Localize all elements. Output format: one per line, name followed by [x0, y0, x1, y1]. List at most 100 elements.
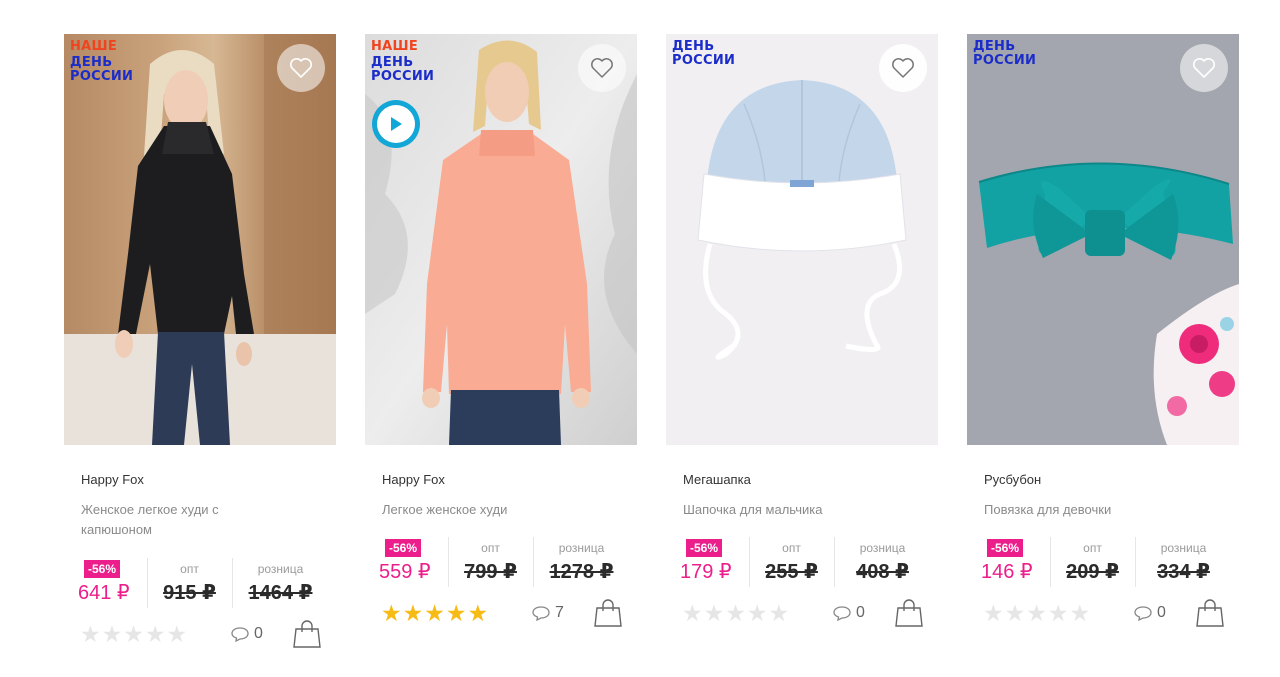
- cart-icon[interactable]: [293, 619, 321, 649]
- rating-stars[interactable]: ★ ★ ★ ★ ★: [80, 622, 187, 646]
- cart-icon[interactable]: [594, 598, 622, 628]
- star-icon: ★: [101, 621, 123, 647]
- product-title[interactable]: Повязка для девочки: [984, 500, 1184, 520]
- star-icon: ★: [703, 600, 725, 626]
- product-card[interactable]: НАШЕ ДЕНЬ РОССИИ Happy Fox Женское легко…: [64, 34, 336, 648]
- promo-line-2b: РОССИИ: [371, 69, 435, 84]
- product-image[interactable]: ДЕНЬ РОССИИ: [967, 34, 1239, 445]
- favorite-button[interactable]: [879, 44, 927, 92]
- comment-icon: [1134, 606, 1152, 621]
- star-icon: ★: [1026, 600, 1047, 626]
- promo-label: НАШЕ ДЕНЬ РОССИИ: [70, 40, 133, 84]
- sale-price: 146 ₽: [981, 561, 1033, 583]
- star-icon: ★: [467, 600, 489, 626]
- price-block: -56% 179 ₽ опт 255 ₽ розница 408 ₽: [678, 537, 928, 587]
- favorite-button[interactable]: [578, 44, 626, 92]
- star-icon: ★: [424, 600, 445, 626]
- rating-stars[interactable]: ★ ★ ★ ★ ★: [682, 601, 789, 625]
- cart-icon[interactable]: [1196, 598, 1224, 628]
- opt-label: опт: [180, 562, 199, 576]
- promo-line-2b: РОССИИ: [70, 69, 134, 84]
- star-icon: ★: [768, 600, 790, 626]
- star-icon: ★: [1069, 600, 1091, 626]
- heart-icon: [1193, 58, 1215, 78]
- promo-label: ДЕНЬ РОССИИ: [672, 40, 735, 68]
- star-icon: ★: [166, 621, 188, 647]
- heart-icon: [892, 58, 914, 78]
- opt-price: 209 ₽: [1066, 561, 1119, 583]
- retail-label: розница: [859, 541, 906, 555]
- product-image[interactable]: НАШЕ ДЕНЬ РОССИИ: [64, 34, 336, 445]
- star-icon: ★: [80, 621, 101, 647]
- comments-link[interactable]: 0: [1133, 604, 1166, 622]
- star-icon: ★: [144, 621, 166, 647]
- star-icon: ★: [725, 600, 746, 626]
- product-card[interactable]: ДЕНЬ РОССИИ Русбубон Повязка для девочки…: [967, 34, 1239, 627]
- opt-price: 255 ₽: [765, 561, 818, 583]
- comment-count: 0: [856, 604, 865, 621]
- comment-count: 0: [1157, 604, 1166, 621]
- comment-icon: [532, 606, 550, 621]
- favorite-button[interactable]: [277, 44, 325, 92]
- discount-badge: -56%: [84, 560, 121, 578]
- promo-label: НАШЕ ДЕНЬ РОССИИ: [371, 40, 434, 84]
- promo-line-1: НАШЕ: [70, 39, 118, 54]
- product-card[interactable]: ДЕНЬ РОССИИ Мегашапка Шапочка для мальчи…: [666, 34, 938, 627]
- retail-price: 408 ₽: [856, 561, 909, 583]
- play-icon: [391, 117, 402, 131]
- product-card[interactable]: НАШЕ ДЕНЬ РОССИИ Happy Fox Легкое женско…: [365, 34, 637, 627]
- price-block: -56% 559 ₽ опт 799 ₽ розница 1278 ₽: [377, 537, 627, 587]
- rating-stars[interactable]: ★ ★ ★ ★ ★: [381, 601, 488, 625]
- opt-price: 799 ₽: [464, 561, 517, 583]
- opt-label: опт: [1083, 541, 1102, 555]
- opt-label: опт: [481, 541, 500, 555]
- heart-icon: [591, 58, 613, 78]
- sale-price: 179 ₽: [680, 561, 732, 583]
- promo-line-2a: ДЕНЬ: [672, 39, 715, 54]
- retail-label: розница: [1160, 541, 1207, 555]
- comments-link[interactable]: 0: [832, 604, 865, 622]
- discount-badge: -56%: [686, 539, 723, 557]
- video-play-button[interactable]: [372, 100, 420, 148]
- promo-line-2b: РОССИИ: [973, 53, 1037, 68]
- promo-line-2b: РОССИИ: [672, 53, 736, 68]
- promo-line-2a: ДЕНЬ: [371, 55, 414, 70]
- product-title[interactable]: Женское легкое худи с капюшоном: [81, 500, 281, 540]
- retail-label: розница: [558, 541, 605, 555]
- product-image[interactable]: ДЕНЬ РОССИИ: [666, 34, 938, 445]
- star-icon: ★: [1047, 600, 1069, 626]
- promo-line-2a: ДЕНЬ: [70, 55, 113, 70]
- product-title[interactable]: Шапочка для мальчика: [683, 500, 883, 520]
- rating-stars[interactable]: ★ ★ ★ ★ ★: [983, 601, 1090, 625]
- opt-price: 915 ₽: [163, 582, 216, 604]
- comment-icon: [833, 606, 851, 621]
- opt-label: опт: [782, 541, 801, 555]
- product-brand[interactable]: Русбубон: [984, 472, 1041, 487]
- comment-icon: [231, 627, 249, 642]
- product-brand[interactable]: Мегашапка: [683, 472, 751, 487]
- star-icon: ★: [1004, 600, 1026, 626]
- promo-line-1: НАШЕ: [371, 39, 419, 54]
- comment-count: 7: [555, 604, 564, 621]
- comments-link[interactable]: 7: [531, 604, 564, 622]
- sale-price: 641 ₽: [78, 582, 130, 604]
- retail-price: 1464 ₽: [248, 582, 313, 604]
- star-icon: ★: [123, 621, 144, 647]
- discount-badge: -56%: [385, 539, 422, 557]
- star-icon: ★: [402, 600, 424, 626]
- discount-badge: -56%: [987, 539, 1024, 557]
- product-image[interactable]: НАШЕ ДЕНЬ РОССИИ: [365, 34, 637, 445]
- product-brand[interactable]: Happy Fox: [81, 472, 144, 487]
- product-brand[interactable]: Happy Fox: [382, 472, 445, 487]
- price-block: -56% 641 ₽ опт 915 ₽ розница 1464 ₽: [76, 558, 326, 608]
- heart-icon: [290, 58, 312, 78]
- comments-link[interactable]: 0: [230, 625, 263, 643]
- promo-line-2a: ДЕНЬ: [973, 39, 1016, 54]
- star-icon: ★: [983, 600, 1004, 626]
- comment-count: 0: [254, 625, 263, 642]
- star-icon: ★: [381, 600, 402, 626]
- favorite-button[interactable]: [1180, 44, 1228, 92]
- product-title[interactable]: Легкое женское худи: [382, 500, 582, 520]
- cart-icon[interactable]: [895, 598, 923, 628]
- retail-label: розница: [257, 562, 304, 576]
